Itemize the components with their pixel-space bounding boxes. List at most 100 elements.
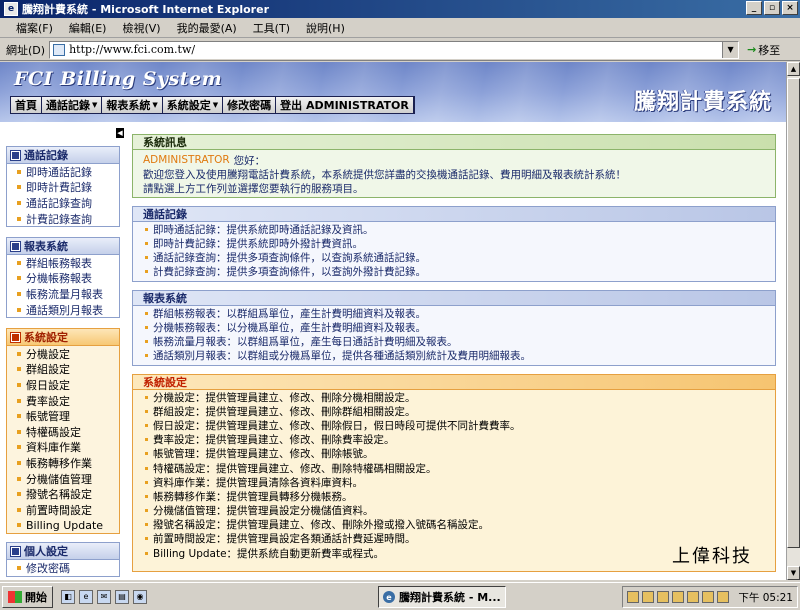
windows-logo-icon: [8, 590, 22, 603]
nav-reports[interactable]: 報表系統 ▼: [102, 97, 163, 113]
scroll-up-icon[interactable]: ▲: [787, 62, 800, 76]
tray-icon[interactable]: [642, 591, 655, 603]
sidebar-item-realtime-calls[interactable]: 即時通話記錄: [7, 164, 119, 180]
sidebar-item-extension-report[interactable]: 分機帳務報表: [7, 271, 119, 287]
volume-icon[interactable]: [657, 591, 670, 603]
bullet-icon: [145, 270, 148, 274]
media-icon[interactable]: ◉: [133, 589, 147, 604]
menu-edit[interactable]: 編輯(E): [61, 20, 115, 36]
sidebar-call-records-header[interactable]: 通話記錄: [7, 147, 119, 164]
sidebar-item-label: 分機設定: [26, 347, 70, 361]
close-button[interactable]: ×: [782, 1, 798, 15]
tray-icon[interactable]: [627, 591, 640, 603]
sidebar-item-label: 帳號管理: [26, 410, 70, 424]
outlook-icon[interactable]: ✉: [97, 589, 111, 604]
clock: 下午 05:21: [738, 591, 793, 604]
panel-line: 帳務轉移作業：提供管理員轉移分機帳務。: [133, 489, 775, 503]
go-arrow-icon: →: [747, 43, 757, 56]
main-nav: 首頁 通話記錄 ▼ 報表系統 ▼ 系統設定 ▼ 修改密碼 登出 ADMINISTRAT…: [10, 96, 415, 114]
sidebar-item-category-report[interactable]: 通話類別月報表: [7, 302, 119, 318]
menu-view[interactable]: 檢視(V): [114, 20, 168, 36]
panel-line: 撥號名稱設定：提供管理員建立、修改、刪除外撥或撥入號碼名稱設定。: [133, 518, 775, 532]
bullet-icon: [17, 216, 21, 221]
sidebar-settings-title: 系統設定: [24, 331, 68, 344]
sidebar-item-label: 通話類別月報表: [26, 303, 103, 317]
tray-icon[interactable]: [687, 591, 700, 603]
sidebar-personal-title: 個人設定: [24, 545, 68, 558]
sidebar-item-billing-query[interactable]: 計費記錄查詢: [7, 211, 119, 227]
bullet-icon: [145, 494, 148, 498]
panel-line-text: 即時計費記錄：提供系統即時外撥計費資訊。: [153, 237, 363, 250]
nav-call-records[interactable]: 通話記錄 ▼: [42, 97, 103, 113]
sidebar-reports-header[interactable]: 報表系統: [7, 238, 119, 255]
collapse-sidebar-icon[interactable]: ◀: [116, 128, 124, 138]
tray-icon[interactable]: [702, 591, 715, 603]
menu-help[interactable]: 說明(H): [298, 20, 353, 36]
bullet-icon: [17, 307, 21, 312]
tray-icon[interactable]: [717, 591, 730, 603]
sidebar-settings: 系統設定 分機設定 群組設定 假日設定 費率設定 帳號管理 特權碼設定 資料庫作…: [6, 328, 120, 535]
bullet-icon: [17, 492, 21, 497]
nav-settings[interactable]: 系統設定 ▼: [162, 97, 224, 113]
caret-down-icon: ▼: [152, 101, 158, 109]
caret-down-icon: ▼: [92, 101, 98, 109]
nav-settings-label: 系統設定: [166, 99, 211, 112]
address-dropdown-icon[interactable]: ▼: [722, 41, 739, 58]
nav-home-label: 首頁: [15, 99, 37, 112]
sidebar-item-traffic-report[interactable]: 帳務流量月報表: [7, 286, 119, 302]
sidebar-item-label: 帳務轉移作業: [26, 456, 92, 470]
sidebar-item-group-report[interactable]: 群組帳務報表: [7, 255, 119, 271]
sidebar-item-label: 假日設定: [26, 378, 70, 392]
vertical-scrollbar[interactable]: ▲ ▼: [786, 62, 800, 580]
sidebar-item-group-settings[interactable]: 群組設定: [7, 362, 119, 378]
panel-line: 計費記錄查詢：提供多項查詢條件，以查詢外撥計費記錄。: [133, 265, 775, 279]
scroll-thumb[interactable]: [787, 78, 800, 548]
bullet-icon: [145, 466, 148, 470]
network-icon[interactable]: [672, 591, 685, 603]
go-button[interactable]: → 移至: [747, 42, 780, 58]
sidebar-item-prefix-time[interactable]: 前置時間設定: [7, 502, 119, 518]
taskbar-ie-window[interactable]: e 騰翔計費系統 - M...: [378, 586, 506, 608]
nav-logout[interactable]: 登出 ADMINISTRATOR: [276, 97, 414, 113]
sidebar-item-extension-settings[interactable]: 分機設定: [7, 346, 119, 362]
taskbar-window-label: 騰翔計費系統 - M...: [399, 591, 501, 604]
sidebar-item-database[interactable]: 資料庫作業: [7, 440, 119, 456]
sidebar-item-change-password[interactable]: 修改密碼: [7, 560, 119, 576]
sidebar-item-label: 修改密碼: [26, 561, 70, 575]
panel-line: 特權碼設定：提供管理員建立、修改、刪除特權碼相關設定。: [133, 461, 775, 475]
greeting-text: 您好：: [233, 154, 266, 167]
sidebar-personal-header[interactable]: 個人設定: [7, 543, 119, 560]
call-records-panel: 通話記錄 即時通話記錄：提供系統即時通話記錄及資訊。 即時計費記錄：提供系統即時…: [132, 206, 776, 282]
sidebar-item-realtime-billing[interactable]: 即時計費記錄: [7, 180, 119, 196]
sidebar-item-account-management[interactable]: 帳號管理: [7, 408, 119, 424]
sidebar-item-dial-names[interactable]: 撥號名稱設定: [7, 486, 119, 502]
sidebar-item-billing-update[interactable]: Billing Update: [7, 518, 119, 534]
nav-change-password[interactable]: 修改密碼: [223, 97, 277, 113]
menu-favorites[interactable]: 我的最愛(A): [169, 20, 245, 36]
desktop-icon[interactable]: ◧: [61, 589, 75, 604]
minimize-button[interactable]: _: [746, 1, 762, 15]
browser-icon[interactable]: e: [79, 589, 93, 604]
sidebar-item-stored-value[interactable]: 分機儲值管理: [7, 471, 119, 487]
start-button[interactable]: 開始: [2, 585, 53, 608]
bullet-icon: [145, 409, 148, 413]
address-input[interactable]: http://www.fci.com.tw/ ▼: [49, 40, 740, 59]
maximize-button[interactable]: ▫: [764, 1, 780, 15]
bullet-icon: [17, 169, 21, 174]
sidebar-item-holiday-settings[interactable]: 假日設定: [7, 377, 119, 393]
menu-file[interactable]: 檔案(F): [8, 20, 61, 36]
sidebar-item-billing-transfer[interactable]: 帳務轉移作業: [7, 455, 119, 471]
menu-tools[interactable]: 工具(T): [245, 20, 298, 36]
sidebar-item-rate-settings[interactable]: 費率設定: [7, 393, 119, 409]
settings-panel-title: 系統設定: [133, 375, 775, 390]
explorer-icon[interactable]: ▤: [115, 589, 129, 604]
sidebar-item-label: 分機帳務報表: [26, 272, 92, 286]
panel-line: 分機帳務報表：以分機爲單位，產生計費明細資料及報表。: [133, 320, 775, 334]
sidebar-item-privilege-code[interactable]: 特權碼設定: [7, 424, 119, 440]
sidebar-item-label: 特權碼設定: [26, 425, 81, 439]
sidebar-personal: 個人設定 修改密碼: [6, 542, 120, 577]
nav-home[interactable]: 首頁: [11, 97, 42, 113]
sidebar-settings-header[interactable]: 系統設定: [7, 329, 119, 346]
sidebar-item-call-query[interactable]: 通話記錄查詢: [7, 195, 119, 211]
scroll-down-icon[interactable]: ▼: [787, 566, 800, 580]
